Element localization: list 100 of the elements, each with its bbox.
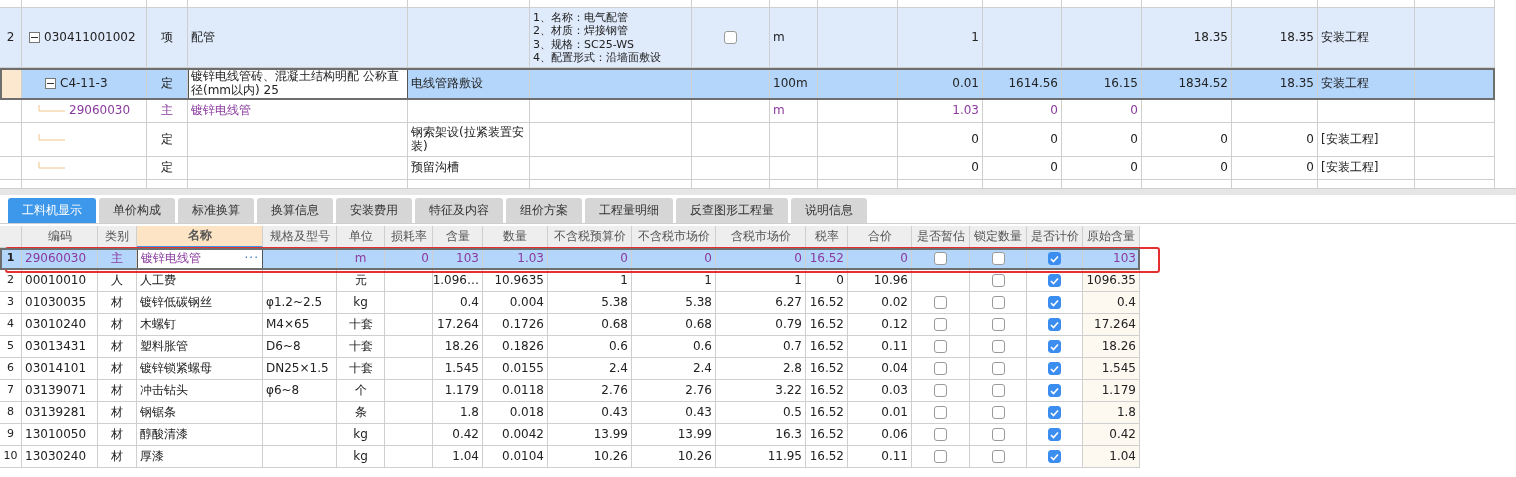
checkbox[interactable] [934, 362, 947, 375]
name-input[interactable]: 镀锌电线管 [141, 252, 201, 266]
checkbox[interactable] [991, 252, 1005, 265]
item-code: 29060030 [69, 104, 131, 118]
table-row[interactable]: 8 03139281 材 钢锯条 条 1.8 0.018 0.43 0.43 0.5 16.52 0.01 1.8 [0, 402, 1140, 424]
checkbox[interactable] [991, 384, 1005, 397]
collapse-toggle[interactable] [45, 78, 56, 89]
checkbox[interactable] [934, 340, 947, 353]
column-header[interactable]: 不含税预算价 [548, 226, 632, 248]
column-header[interactable]: 锁定数量 [970, 226, 1027, 248]
original-content: 1.04 [1083, 446, 1140, 468]
price: 10.26 [632, 446, 716, 468]
column-header[interactable]: 税率 [806, 226, 848, 248]
column-header[interactable]: 不含税市场价 [632, 226, 716, 248]
checkbox[interactable] [991, 340, 1005, 353]
total: 0.11 [848, 446, 912, 468]
column-header[interactable]: 名称 [137, 226, 263, 248]
item-code: C4-11-3 [60, 76, 108, 91]
checkbox[interactable] [1048, 340, 1061, 353]
checkbox[interactable] [991, 406, 1005, 419]
minus-icon [47, 80, 54, 87]
checkbox[interactable] [934, 252, 947, 265]
tab[interactable]: 单价构成 [99, 198, 175, 223]
table-row[interactable]: 2 030411001002 项 配管 1、名称：电气配管 2、材质：焊接钢管 3、规格：SC25-WS 4、配置形式：沿墙面敷设 m 1 18.35 18.35 安装工程 [0, 8, 1495, 68]
column-header[interactable]: 合价 [848, 226, 912, 248]
tab[interactable]: 标准换算 [178, 198, 254, 223]
unit: kg [337, 446, 385, 468]
checkbox[interactable] [1048, 428, 1061, 441]
content: 1.04 [433, 446, 483, 468]
table-row[interactable]: 4 03010240 材 木螺钉 M4×65 十套 17.264 0.1726 0.68 0.68 0.79 16.52 0.12 17.264 [0, 314, 1140, 336]
tab[interactable]: 说明信息 [791, 198, 867, 223]
price: 11.95 [716, 446, 806, 468]
table-row[interactable]: 6 03014101 材 镀锌锁紧螺母 DN25×1.5 十套 1.545 0.0155 2.4 2.4 2.8 16.52 0.04 1.545 [0, 358, 1140, 380]
checkbox[interactable] [934, 406, 947, 419]
table-row[interactable]: 3 01030035 材 镀锌低碳钢丝 φ1.2~2.5 kg 0.4 0.004 5.38 5.38 6.27 16.52 0.02 0.4 [0, 292, 1140, 314]
original-content: 1096.35 [1083, 270, 1140, 292]
checkbox[interactable] [934, 296, 947, 309]
checkbox[interactable] [934, 318, 947, 331]
column-header[interactable]: 类别 [98, 226, 137, 248]
checkbox[interactable] [1048, 252, 1061, 265]
original-content: 1.8 [1083, 402, 1140, 424]
row-number-cell [0, 68, 22, 100]
checkbox[interactable] [934, 428, 947, 441]
checkbox[interactable] [991, 428, 1005, 441]
table-row[interactable]: 9 13010050 材 醇酸清漆 kg 0.42 0.0042 13.99 13.99 16.3 16.52 0.06 0.42 [0, 424, 1140, 446]
table-row[interactable]: 29060030 主 镀锌电线管 m 1.03 0 0 [0, 100, 1495, 123]
original-content: 18.26 [1083, 336, 1140, 358]
original-content: 0.42 [1083, 424, 1140, 446]
header-corner-cell [0, 226, 22, 248]
checkbox[interactable] [991, 362, 1005, 375]
column-header[interactable]: 损耗率 [385, 226, 433, 248]
tab[interactable]: 组价方案 [506, 198, 582, 223]
column-header[interactable]: 单位 [337, 226, 385, 248]
item-name: 镀锌电线管砖、混凝土结构明配 公称直径(mm以内) 25 [188, 68, 408, 100]
column-header[interactable]: 是否计价 [1027, 226, 1083, 248]
column-header[interactable]: 含量 [433, 226, 483, 248]
table-row[interactable]: 2 00010010 人 人工费 元 1.096… 10.9635 1 1 1 0 10.96 1096.35 [0, 270, 1140, 292]
checkbox[interactable] [991, 318, 1005, 331]
checkbox[interactable] [934, 384, 947, 397]
original-content: 17.264 [1083, 314, 1140, 336]
column-header[interactable]: 编码 [22, 226, 98, 248]
collapse-toggle[interactable] [29, 32, 40, 43]
table-row[interactable]: 1 29060030 主 镀锌电线管 ··· m 0 103 1.03 0 0 0 16.52 0 103 [0, 248, 1140, 270]
checkbox[interactable] [1048, 274, 1061, 287]
table-row[interactable]: C4-11-3 定 镀锌电线管砖、混凝土结构明配 公称直径(mm以内) 25 电线管路敷设 100m 0.01 1614.56 16.15 1834.52 18.35 安装工程 [0, 68, 1495, 100]
column-header[interactable]: 原始含量 [1083, 226, 1140, 248]
table-row[interactable]: 7 03139071 材 冲击钻头 φ6~8 个 1.179 0.0118 2.76 2.76 3.22 16.52 0.03 1.179 [0, 380, 1140, 402]
table-row[interactable]: 5 03013431 材 塑料胀管 D6~8 十套 18.26 0.1826 0.6 0.6 0.7 16.52 0.11 18.26 [0, 336, 1140, 358]
tab[interactable]: 特征及内容 [415, 198, 503, 223]
item-code: 13030240 [22, 446, 98, 468]
table-row[interactable]: 定 钢索架设(拉紧装置安装) 0 0 0 0 0 [安装工程] [0, 123, 1495, 157]
checkbox[interactable] [724, 31, 737, 44]
original-content: 1.545 [1083, 358, 1140, 380]
column-header[interactable]: 含税市场价 [716, 226, 806, 248]
original-content: 0.4 [1083, 292, 1140, 314]
checkbox[interactable] [991, 296, 1005, 309]
column-header[interactable]: 是否暂估 [912, 226, 970, 248]
checkbox[interactable] [991, 450, 1005, 463]
checkbox[interactable] [1048, 318, 1061, 331]
price: 10.26 [548, 446, 632, 468]
more-button[interactable]: ··· [244, 252, 259, 266]
row-number-cell: 10 [0, 446, 22, 468]
table-row[interactable]: 定 预留沟槽 0 0 0 0 0 [安装工程] [0, 157, 1495, 180]
checkbox[interactable] [1048, 384, 1061, 397]
item-name: 厚漆 [137, 446, 263, 468]
checkbox[interactable] [1048, 450, 1061, 463]
checkbox[interactable] [1048, 296, 1061, 309]
tab[interactable]: 工程量明细 [585, 198, 673, 223]
item-type: 材 [98, 446, 137, 468]
checkbox[interactable] [1048, 362, 1061, 375]
column-header[interactable]: 规格及型号 [263, 226, 337, 248]
tab[interactable]: 换算信息 [257, 198, 333, 223]
tab[interactable]: 安装费用 [336, 198, 412, 223]
table-row[interactable]: 10 13030240 材 厚漆 kg 1.04 0.0104 10.26 10.26 11.95 16.52 0.11 1.04 [0, 446, 1140, 468]
column-header[interactable]: 数量 [483, 226, 548, 248]
checkbox[interactable] [991, 274, 1005, 287]
checkbox[interactable] [934, 450, 947, 463]
tab[interactable]: 反查图形工程量 [676, 198, 788, 223]
tax-rate: 16.52 [806, 446, 848, 468]
checkbox[interactable] [1048, 406, 1061, 419]
